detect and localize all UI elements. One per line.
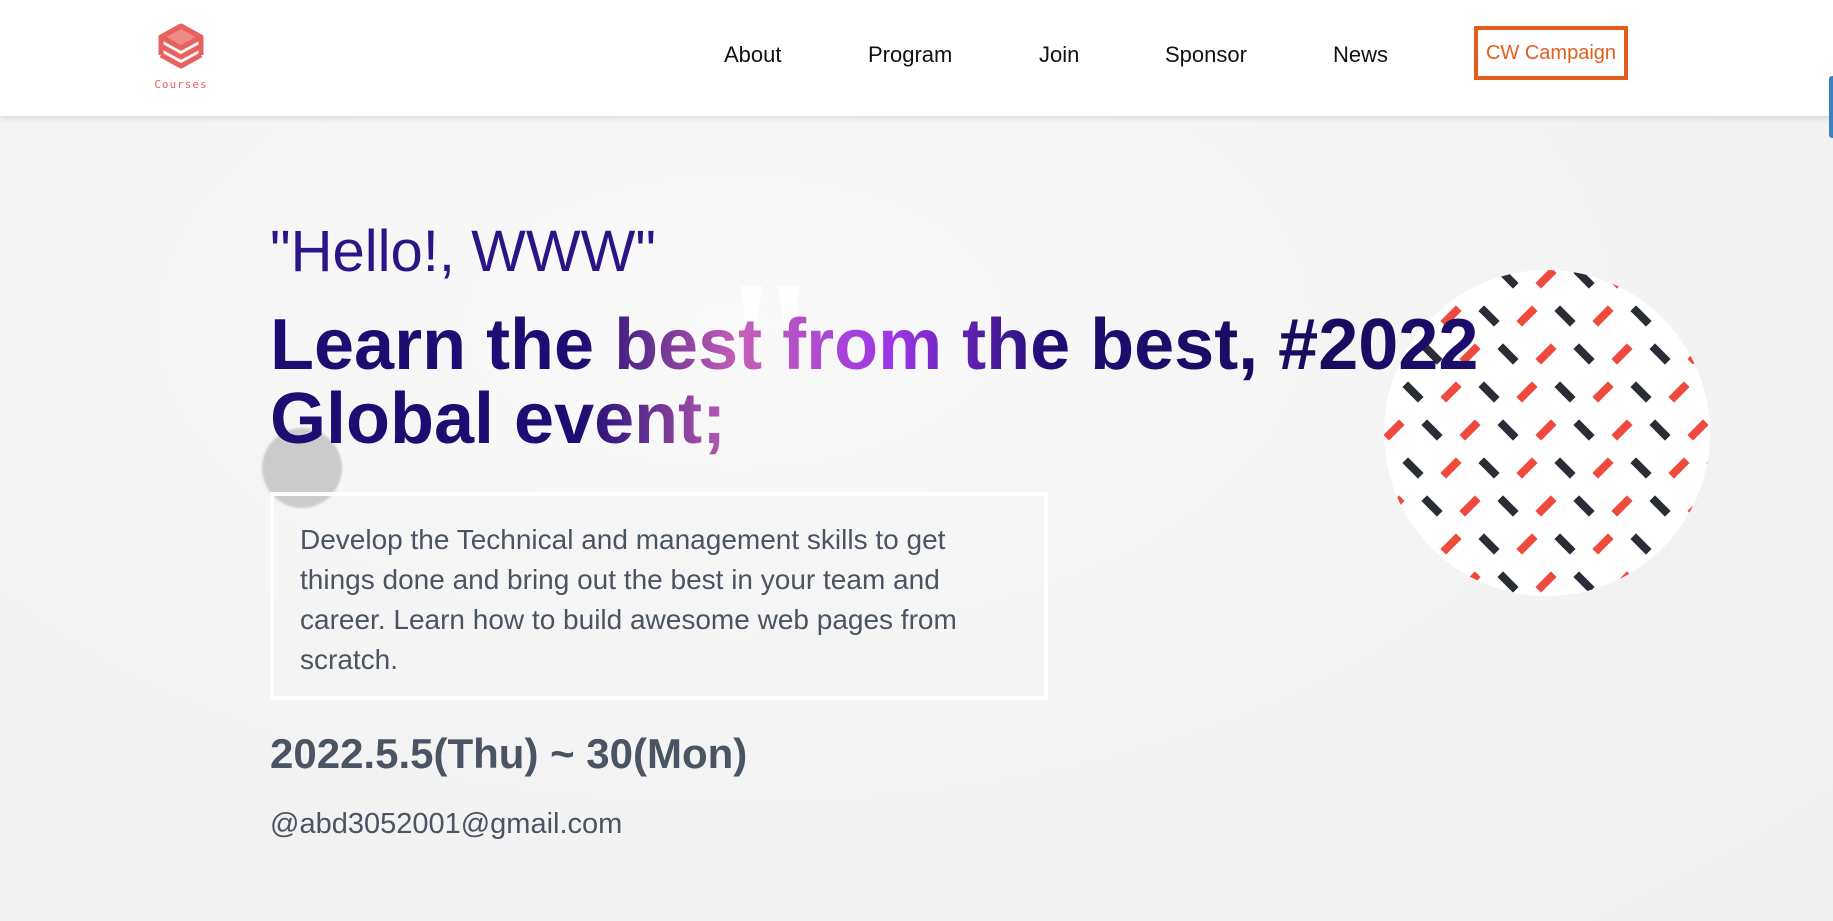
event-date: 2022.5.5(Thu) ~ 30(Mon) [270,730,748,777]
pattern-dash [1554,533,1576,555]
pattern-dash [1497,495,1519,517]
pattern-dash [1630,381,1652,403]
pattern-dash [1706,381,1710,403]
page: " Courses About Program Join Sponsor New… [0,0,1833,921]
nav-item-join[interactable]: Join [1039,42,1079,68]
pattern-dash [1611,419,1633,441]
pattern-dash [1535,571,1557,593]
pattern-dash [1649,571,1671,593]
pattern-dash [1649,495,1671,517]
pattern-dash [1611,495,1633,517]
hero-description: Develop the Technical and management ski… [300,524,957,675]
pattern-dash [1630,533,1652,555]
pattern-dash [1687,270,1709,289]
pattern-dash [1402,457,1424,479]
pattern-dash [1649,270,1671,289]
hero-greeting: "Hello!, WWW" [270,219,656,284]
pattern-dash [1573,571,1595,593]
pattern-dash [1459,270,1481,289]
pattern-dash [1592,305,1614,327]
pattern-dash [1384,571,1405,593]
pattern-dash [1649,419,1671,441]
nav-item-news[interactable]: News [1333,42,1388,68]
pattern-dash [1478,533,1500,555]
pattern-dash [1668,381,1690,403]
pattern-dash [1384,457,1386,479]
nav-item-program[interactable]: Program [868,42,952,68]
pattern-dash [1384,533,1386,555]
pattern-dash [1497,270,1519,289]
logo-text: Courses [154,78,208,91]
pattern-dash [1516,533,1538,555]
pattern-dash [1459,571,1481,593]
pattern-dash [1573,343,1595,365]
pattern-dash [1497,571,1519,593]
pattern-dash [1687,419,1709,441]
pattern-dash [1687,495,1709,517]
pattern-dash [1592,381,1614,403]
pattern-dash [1402,533,1424,555]
pattern-dash [1573,495,1595,517]
side-edge-tab[interactable] [1829,76,1833,138]
pattern-dash [1668,533,1690,555]
pattern-dash [1440,457,1462,479]
pattern-dash [1573,270,1595,289]
pattern-dash [1421,571,1443,593]
pattern-dash [1706,533,1710,555]
pattern-dash [1649,343,1671,365]
pattern-dash [1592,457,1614,479]
pattern-dash [1573,419,1595,441]
pattern-dash [1421,270,1443,289]
pattern-dash [1554,457,1576,479]
pattern-dash [1706,305,1710,327]
pattern-dash [1440,533,1462,555]
pattern-dash [1611,270,1633,289]
site-logo[interactable]: Courses [150,22,212,92]
hero-description-box: Develop the Technical and management ski… [270,492,1048,700]
stacked-diamond-logo-icon [158,23,204,69]
pattern-dash [1384,495,1405,517]
pattern-dash [1611,343,1633,365]
pattern-dash [1611,571,1633,593]
pattern-dash [1706,457,1710,479]
pattern-dash [1687,343,1709,365]
pattern-dash [1478,457,1500,479]
pattern-dash [1384,270,1405,289]
site-header: Courses About Program Join Sponsor News … [0,0,1833,116]
nav-item-sponsor[interactable]: Sponsor [1165,42,1247,68]
nav-item-about[interactable]: About [724,42,782,68]
pattern-dash [1516,457,1538,479]
cw-campaign-button[interactable]: CW Campaign [1474,26,1628,80]
pattern-dash [1421,495,1443,517]
hero-headline: Learn the best from the best, #2022 Glob… [270,308,1570,456]
pattern-dash [1668,457,1690,479]
pattern-dash [1459,495,1481,517]
pattern-dash [1592,533,1614,555]
pattern-dash [1535,270,1557,289]
pattern-dash [1668,305,1690,327]
pattern-dash [1630,457,1652,479]
pattern-dash [1687,571,1709,593]
pattern-dash [1630,305,1652,327]
pattern-dash [1535,495,1557,517]
contact-email: @abd3052001@gmail.com [270,808,623,840]
